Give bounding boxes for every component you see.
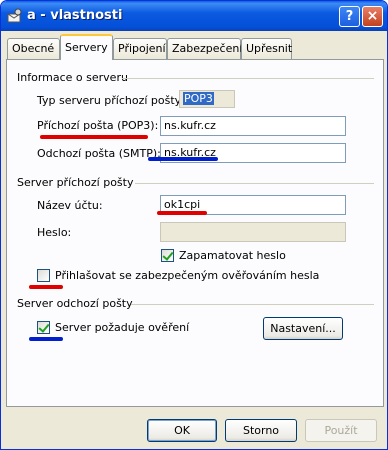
incoming-server-heading: Server příchozí pošty	[17, 176, 134, 189]
tab-servers[interactable]: Servery	[60, 34, 113, 60]
incoming-type-label: Typ serveru příchozí pošty:	[37, 94, 185, 107]
tab-security[interactable]: Zabezpečení	[167, 38, 242, 59]
apply-button[interactable]: Použít	[305, 419, 377, 442]
help-button[interactable]: ?	[339, 6, 360, 27]
mail-account-icon	[7, 8, 22, 23]
server-auth-checkbox[interactable]	[37, 321, 50, 334]
section-divider	[131, 304, 374, 305]
tab-advanced[interactable]: Upřesnit	[241, 38, 292, 59]
secure-auth-label[interactable]: Přihlašovat se zabezpečeným ověřováním h…	[55, 269, 319, 282]
ok-button[interactable]: OK	[147, 419, 217, 442]
tab-strip: Obecné Servery Připojení Zabezpečení Upř…	[1, 31, 387, 61]
password-input[interactable]	[160, 222, 346, 242]
outgoing-server-heading: Server odchozí pošty	[17, 297, 133, 310]
tab-general[interactable]: Obecné	[7, 38, 60, 59]
section-divider	[135, 183, 374, 184]
settings-button[interactable]: Nastavení...	[263, 317, 343, 340]
incoming-type-field: POP3	[179, 90, 235, 108]
red-underline-mark	[157, 211, 207, 215]
properties-window: a - vlastnosti ? × Obecné Servery Připoj…	[0, 0, 388, 450]
secure-auth-checkbox[interactable]	[37, 269, 50, 282]
blue-underline-mark	[148, 157, 218, 161]
servers-panel: Informace o serveru Typ serveru příchozí…	[6, 59, 384, 407]
remember-password-checkbox[interactable]	[161, 249, 174, 262]
remember-password-label[interactable]: Zapamatovat heslo	[179, 249, 286, 262]
server-info-heading: Informace o serveru	[17, 71, 128, 84]
password-label: Heslo:	[37, 226, 72, 239]
red-underline-mark	[40, 135, 148, 139]
tab-connection[interactable]: Připojení	[113, 38, 167, 59]
account-name-label: Název účtu:	[37, 199, 103, 212]
incoming-server-input[interactable]: ns.kufr.cz	[160, 116, 346, 136]
title-bar[interactable]: a - vlastnosti ? ×	[1, 1, 387, 31]
incoming-server-label: Příchozí pošta (POP3):	[37, 119, 159, 132]
close-button[interactable]: ×	[362, 6, 383, 27]
cancel-button[interactable]: Storno	[225, 419, 297, 442]
section-divider	[122, 78, 374, 79]
blue-underline-mark	[29, 337, 63, 341]
red-underline-mark	[29, 285, 63, 289]
window-title: a - vlastnosti	[27, 8, 123, 23]
server-auth-label[interactable]: Server požaduje ověření	[55, 321, 189, 334]
outgoing-server-label: Odchozí pošta (SMTP):	[37, 147, 161, 160]
